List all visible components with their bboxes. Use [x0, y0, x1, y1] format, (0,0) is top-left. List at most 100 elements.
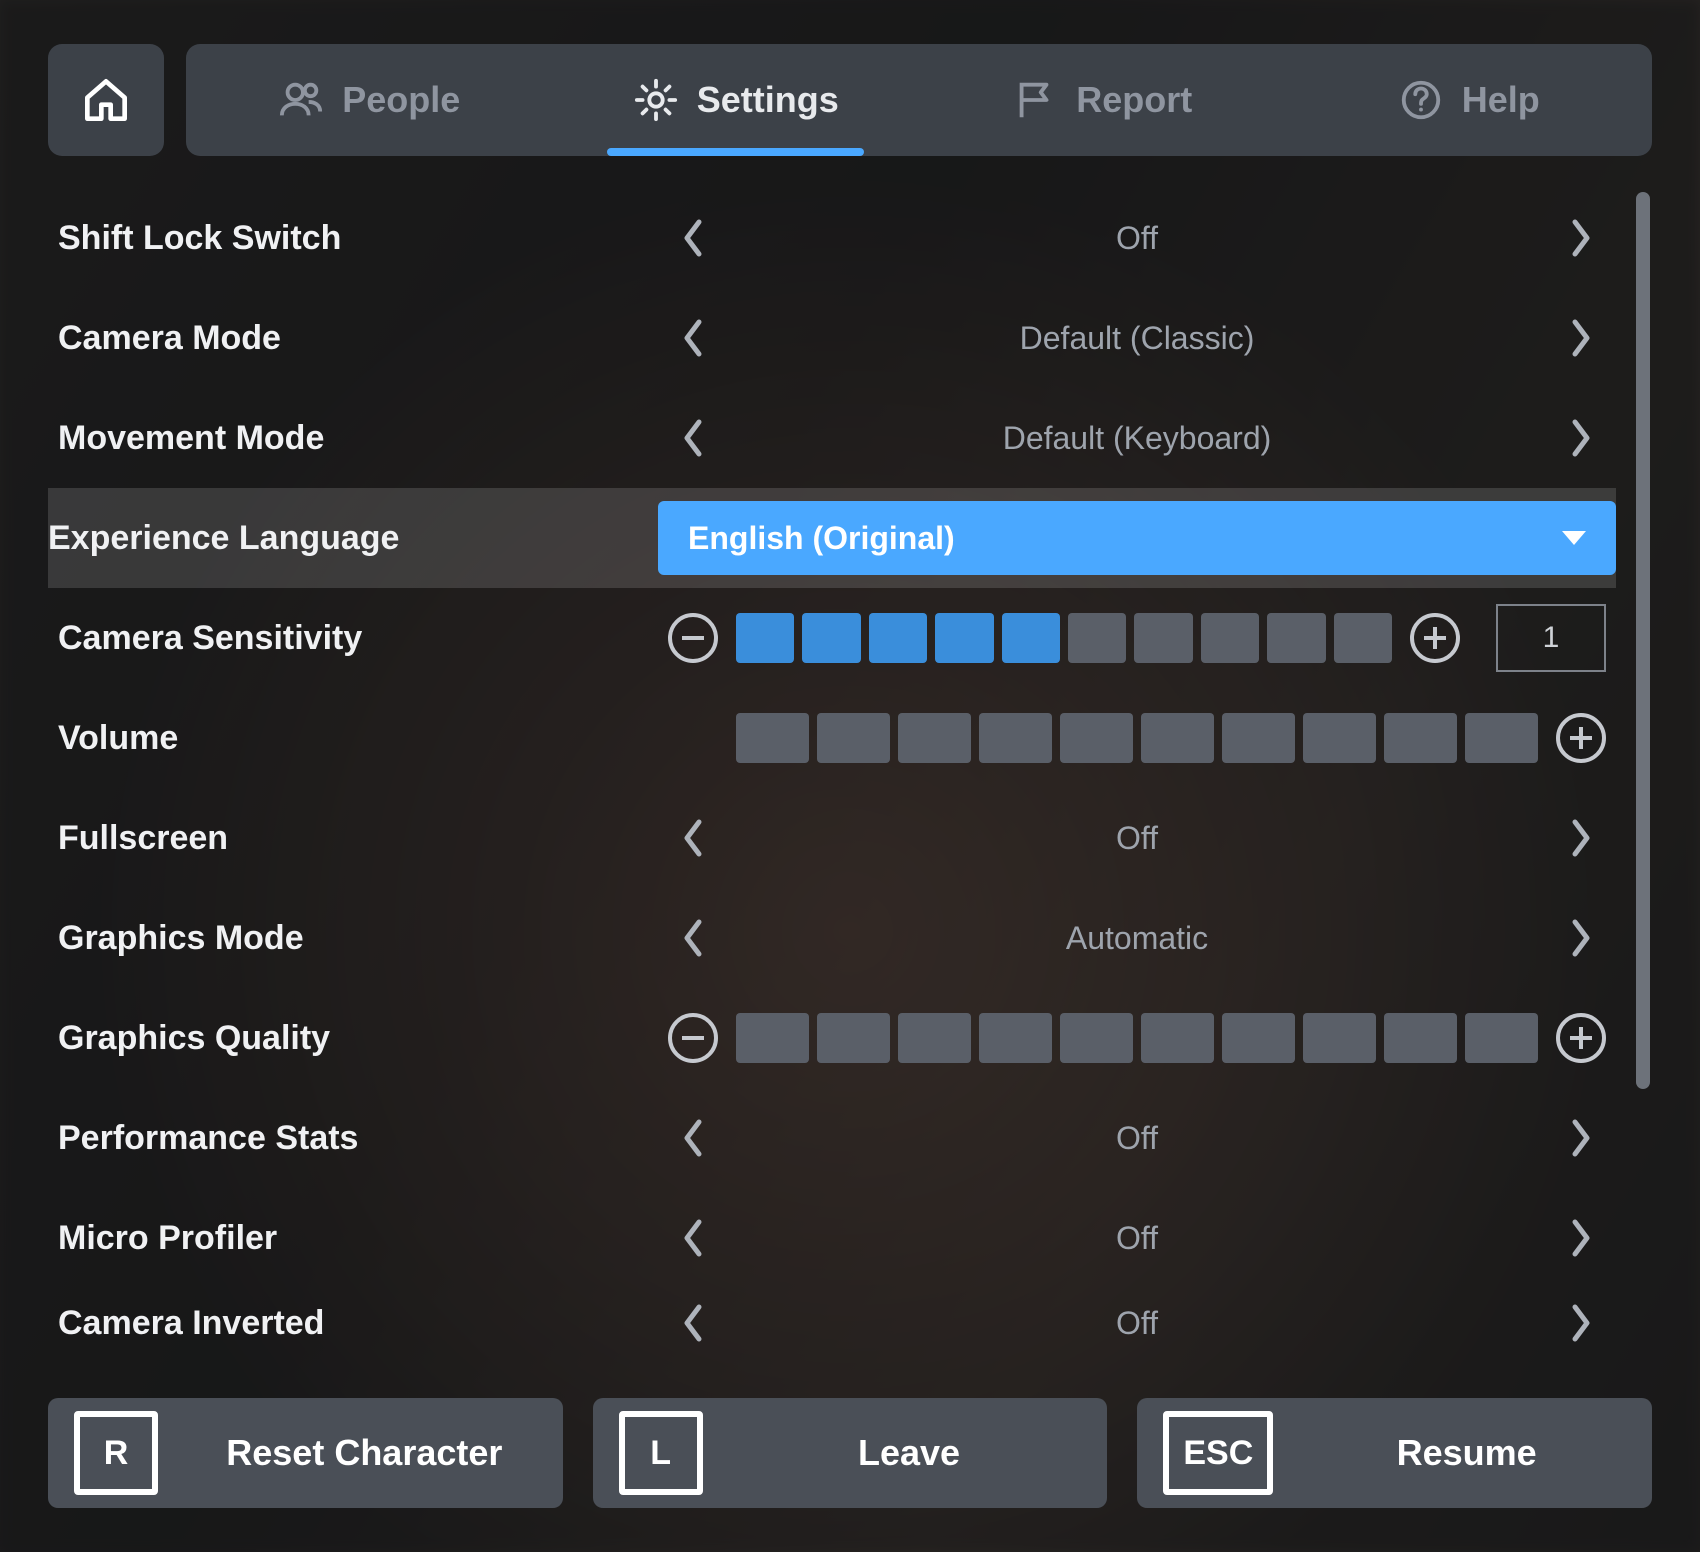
- chevron-right-icon[interactable]: [1556, 1298, 1606, 1348]
- slider-segment[interactable]: [1384, 713, 1457, 763]
- value-shift-lock: Off: [718, 220, 1556, 257]
- value-camera-sensitivity[interactable]: 1: [1496, 604, 1606, 672]
- slider-segment[interactable]: [1267, 613, 1325, 663]
- minus-button[interactable]: [668, 613, 718, 663]
- chevron-left-icon[interactable]: [668, 813, 718, 863]
- slider-segment[interactable]: [1060, 1013, 1133, 1063]
- chevron-right-icon[interactable]: [1556, 1113, 1606, 1163]
- row-experience-language: Experience Language English (Original): [48, 488, 1616, 588]
- label-graphics-mode: Graphics Mode: [58, 919, 668, 958]
- chevron-left-icon[interactable]: [668, 313, 718, 363]
- help-icon: [1398, 77, 1444, 123]
- slider-camera-sensitivity[interactable]: [736, 613, 1392, 663]
- resume-button[interactable]: ESC Resume: [1137, 1398, 1652, 1508]
- selector-camera-mode: Default (Classic): [668, 313, 1606, 363]
- slider-segment[interactable]: [1068, 613, 1126, 663]
- row-performance-stats: Performance Stats Off: [48, 1088, 1616, 1188]
- slider-segment[interactable]: [817, 713, 890, 763]
- slider-graphics-quality[interactable]: [736, 1013, 1538, 1063]
- minus-button[interactable]: [668, 1013, 718, 1063]
- value-graphics-mode: Automatic: [718, 920, 1556, 957]
- tab-bar: People Settings Report: [186, 44, 1652, 156]
- chevron-right-icon[interactable]: [1556, 413, 1606, 463]
- reset-character-button[interactable]: R Reset Character: [48, 1398, 563, 1508]
- slider-segment[interactable]: [817, 1013, 890, 1063]
- button-label: Resume: [1307, 1432, 1626, 1474]
- scrollbar-thumb[interactable]: [1636, 192, 1650, 1089]
- tab-settings[interactable]: Settings: [553, 44, 920, 156]
- home-icon: [78, 72, 134, 128]
- selector-movement-mode: Default (Keyboard): [668, 413, 1606, 463]
- chevron-right-icon[interactable]: [1556, 913, 1606, 963]
- settings-panel: People Settings Report: [0, 0, 1700, 1552]
- slider-segment[interactable]: [1384, 1013, 1457, 1063]
- slider-segment[interactable]: [1002, 613, 1060, 663]
- scrollbar-track[interactable]: [1636, 192, 1650, 1342]
- plus-button[interactable]: [1410, 613, 1460, 663]
- plus-button[interactable]: [1556, 713, 1606, 763]
- slider-segment[interactable]: [1334, 613, 1392, 663]
- chevron-left-icon[interactable]: [668, 913, 718, 963]
- slider-segment[interactable]: [1222, 1013, 1295, 1063]
- label-experience-language: Experience Language: [48, 519, 658, 558]
- slider-segment[interactable]: [979, 1013, 1052, 1063]
- slider-segment[interactable]: [1201, 613, 1259, 663]
- slider-segment[interactable]: [802, 613, 860, 663]
- value-camera-mode: Default (Classic): [718, 320, 1556, 357]
- slider-segment[interactable]: [979, 713, 1052, 763]
- selector-fullscreen: Off: [668, 813, 1606, 863]
- slider-segment[interactable]: [736, 613, 794, 663]
- slider-segment[interactable]: [898, 713, 971, 763]
- plus-button[interactable]: [1556, 1013, 1606, 1063]
- slider-segment[interactable]: [1303, 713, 1376, 763]
- value-camera-inverted: Off: [718, 1305, 1556, 1342]
- tab-label: Help: [1462, 79, 1540, 121]
- flag-icon: [1012, 77, 1058, 123]
- value-micro-profiler: Off: [718, 1220, 1556, 1257]
- row-camera-inverted: Camera Inverted Off: [48, 1288, 1616, 1352]
- chevron-left-icon[interactable]: [668, 413, 718, 463]
- chevron-left-icon[interactable]: [668, 213, 718, 263]
- chevron-left-icon[interactable]: [668, 1113, 718, 1163]
- settings-list: Shift Lock Switch Off Camera Mode Defaul…: [48, 188, 1616, 1352]
- selector-graphics-mode: Automatic: [668, 913, 1606, 963]
- chevron-left-icon[interactable]: [668, 1213, 718, 1263]
- row-camera-mode: Camera Mode Default (Classic): [48, 288, 1616, 388]
- slider-segment[interactable]: [1141, 713, 1214, 763]
- row-shift-lock: Shift Lock Switch Off: [48, 188, 1616, 288]
- label-micro-profiler: Micro Profiler: [58, 1219, 668, 1258]
- tab-help[interactable]: Help: [1286, 44, 1653, 156]
- row-graphics-quality: Graphics Quality: [48, 988, 1616, 1088]
- dropdown-experience-language[interactable]: English (Original): [658, 501, 1616, 575]
- selector-camera-inverted: Off: [668, 1298, 1606, 1348]
- chevron-right-icon[interactable]: [1556, 313, 1606, 363]
- chevron-left-icon[interactable]: [668, 1298, 718, 1348]
- slider-segment[interactable]: [1465, 1013, 1538, 1063]
- slider-segment[interactable]: [935, 613, 993, 663]
- tab-report[interactable]: Report: [919, 44, 1286, 156]
- row-graphics-mode: Graphics Mode Automatic: [48, 888, 1616, 988]
- slider-volume[interactable]: [736, 713, 1538, 763]
- key-badge: L: [619, 1411, 703, 1495]
- chevron-right-icon[interactable]: [1556, 213, 1606, 263]
- slider-segment[interactable]: [1141, 1013, 1214, 1063]
- selector-shift-lock: Off: [668, 213, 1606, 263]
- slider-segment[interactable]: [1465, 713, 1538, 763]
- chevron-right-icon[interactable]: [1556, 813, 1606, 863]
- home-button[interactable]: [48, 44, 164, 156]
- slider-segment[interactable]: [898, 1013, 971, 1063]
- leave-button[interactable]: L Leave: [593, 1398, 1108, 1508]
- slider-segment[interactable]: [1222, 713, 1295, 763]
- tab-people[interactable]: People: [186, 44, 553, 156]
- slider-segment[interactable]: [869, 613, 927, 663]
- chevron-right-icon[interactable]: [1556, 1213, 1606, 1263]
- label-performance-stats: Performance Stats: [58, 1119, 668, 1158]
- slider-segment[interactable]: [1134, 613, 1192, 663]
- button-label: Leave: [737, 1432, 1082, 1474]
- people-icon: [278, 77, 324, 123]
- slider-segment[interactable]: [736, 713, 809, 763]
- slider-segment[interactable]: [1060, 713, 1133, 763]
- label-camera-mode: Camera Mode: [58, 319, 668, 358]
- slider-segment[interactable]: [736, 1013, 809, 1063]
- slider-segment[interactable]: [1303, 1013, 1376, 1063]
